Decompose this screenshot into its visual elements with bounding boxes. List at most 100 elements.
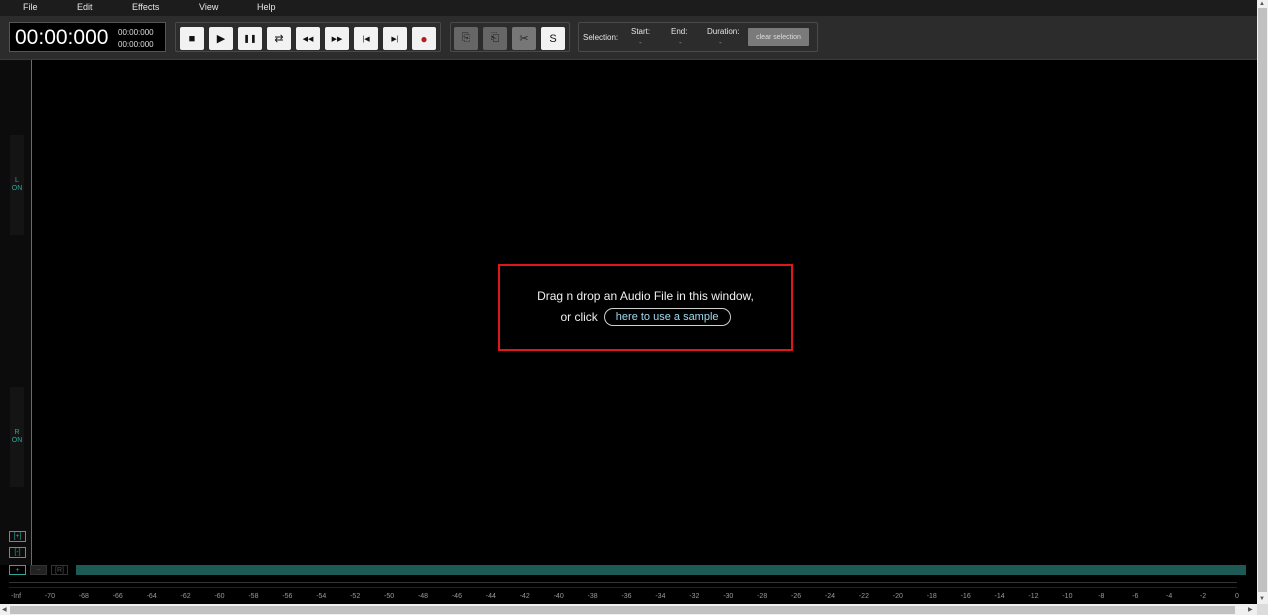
channel-left-toggle[interactable]: L ON <box>10 135 24 235</box>
db-tick-label: -32 <box>689 593 700 600</box>
scrollbar-corner <box>1257 604 1268 615</box>
selection-label: Selection: <box>583 33 619 42</box>
selection-end-value: - <box>679 38 682 47</box>
scissors-icon: ✂ <box>519 33 529 45</box>
db-tick-label: -12 <box>1028 593 1039 600</box>
play-button[interactable]: ▶ <box>209 27 233 50</box>
pause-icon: ❚❚ <box>243 34 257 43</box>
selection-start-value: - <box>639 38 642 47</box>
db-tick-label: -Inf <box>10 593 22 600</box>
copy-button[interactable]: ⎘ <box>454 27 478 50</box>
record-button[interactable]: ● <box>412 27 436 50</box>
db-tick-label: -22 <box>858 593 869 600</box>
record-icon: ● <box>420 31 428 46</box>
db-tick-label: -50 <box>384 593 395 600</box>
selection-duration-label: Duration: <box>707 27 740 36</box>
db-tick-label: -26 <box>791 593 802 600</box>
db-tick-label: 0 <box>1235 593 1239 600</box>
level-meter <box>9 582 1237 588</box>
db-tick-label: -60 <box>214 593 225 600</box>
db-ruler: -Inf -70 -68 -66 -64 -62 -60 -58 -56 -54 -52 -50 -48… <box>0 590 1257 604</box>
play-icon: ▶ <box>216 33 226 45</box>
toolbar: 00:00:000 00:00:000 00:00:000 ■ ▶ ❚❚ ⇄ ◀… <box>0 16 1257 60</box>
use-sample-button[interactable]: here to use a sample <box>603 308 731 326</box>
selection-end-label: End: <box>671 27 688 36</box>
clear-selection-button[interactable]: clear selection <box>748 28 809 46</box>
scroll-down-arrow-icon[interactable]: ▼ <box>1259 596 1265 602</box>
db-tick-label: -34 <box>655 593 666 600</box>
channel-left-letter: L <box>15 177 19 184</box>
db-tick-label: -46 <box>451 593 462 600</box>
db-tick-label: -2 <box>1199 593 1207 600</box>
solo-label: S <box>549 32 557 45</box>
db-tick-label: -66 <box>112 593 123 600</box>
channel-right-letter: R <box>14 429 20 436</box>
db-tick-label: -4 <box>1166 593 1173 600</box>
vertical-scroll-thumb[interactable] <box>1258 8 1267 592</box>
db-tick-label: -42 <box>519 593 530 600</box>
db-tick-label: -28 <box>757 593 768 600</box>
db-tick-label: -58 <box>248 593 259 600</box>
zoom-in-button[interactable]: + <box>9 565 26 575</box>
menu-file[interactable]: File <box>23 2 38 12</box>
fast-forward-button[interactable]: ▶▶ <box>325 27 349 50</box>
db-tick-label: -40 <box>553 593 564 600</box>
stop-button[interactable]: ■ <box>180 27 204 50</box>
db-tick-label: -56 <box>282 593 293 600</box>
menu-edit[interactable]: Edit <box>77 2 93 12</box>
menu-help[interactable]: Help <box>257 2 276 12</box>
db-tick-label: -54 <box>316 593 327 600</box>
zoom-out-button[interactable]: − <box>30 565 47 575</box>
drop-or-click: or click <box>560 310 598 324</box>
time-sub-2: 00:00:000 <box>118 40 154 49</box>
channel-left-state: ON <box>11 185 23 192</box>
loop-icon: ⇄ <box>274 33 284 45</box>
channel-right-toggle[interactable]: R ON <box>10 387 24 487</box>
menu-view[interactable]: View <box>199 2 218 12</box>
fast-forward-icon: ▶▶ <box>331 35 343 43</box>
skip-start-icon: |◀ <box>362 35 370 43</box>
db-tick-label: -6 <box>1132 593 1139 600</box>
stop-icon: ■ <box>188 32 196 45</box>
scroll-left-arrow-icon[interactable]: ◀ <box>2 606 7 613</box>
db-tick-label: -24 <box>824 593 836 600</box>
db-tick-label: -70 <box>44 593 55 600</box>
menu-effects[interactable]: Effects <box>132 2 159 12</box>
paste-button[interactable]: ⎗ <box>483 27 507 50</box>
skip-end-button[interactable]: ▶| <box>383 27 407 50</box>
time-display: 00:00:000 00:00:000 00:00:000 <box>9 22 166 52</box>
selection-start-label: Start: <box>631 27 651 36</box>
db-tick-label: -52 <box>350 593 361 600</box>
db-tick-label: -64 <box>146 593 157 600</box>
scroll-right-arrow-icon[interactable]: ▶ <box>1248 606 1253 613</box>
db-tick-label: -62 <box>180 593 191 600</box>
loop-button[interactable]: ⇄ <box>267 27 291 50</box>
db-tick-label: -10 <box>1062 593 1073 600</box>
db-tick-label: -30 <box>723 593 734 600</box>
drop-instruction: Drag n drop an Audio File in this window… <box>537 289 754 303</box>
scroll-up-arrow-icon[interactable]: ▲ <box>1259 1 1265 7</box>
time-main: 00:00:000 <box>15 26 109 49</box>
db-tick-label: -44 <box>485 593 496 600</box>
selection-duration-value: - <box>719 38 722 47</box>
playhead-cursor[interactable] <box>31 60 32 565</box>
paste-icon: ⎗ <box>490 32 500 44</box>
transport-controls: ■ ▶ ❚❚ ⇄ ◀◀ ▶▶ |◀ ▶| ● <box>175 22 441 52</box>
zoom-out-vertical-button[interactable]: [-] <box>9 547 26 558</box>
pause-button[interactable]: ❚❚ <box>238 27 262 50</box>
skip-end-icon: ▶| <box>391 35 399 43</box>
db-tick-label: -8 <box>1098 593 1105 600</box>
horizontal-scroll-thumb[interactable] <box>10 606 1235 614</box>
cut-button[interactable]: ✂ <box>512 27 536 50</box>
drop-zone[interactable]: Drag n drop an Audio File in this window… <box>498 264 793 351</box>
rewind-button[interactable]: ◀◀ <box>296 27 320 50</box>
solo-button[interactable]: S <box>541 27 565 50</box>
rewind-icon: ◀◀ <box>302 35 314 43</box>
zoom-reset-button[interactable]: [R] <box>51 565 68 575</box>
skip-start-button[interactable]: |◀ <box>354 27 378 50</box>
waveform-overview[interactable] <box>76 565 1246 575</box>
db-tick-label: -48 <box>417 593 429 600</box>
zoom-in-vertical-button[interactable]: [+] <box>9 531 26 542</box>
selection-panel: Selection: Start: - End: - Duration: - c… <box>578 22 818 52</box>
db-tick-label: -16 <box>960 593 971 600</box>
